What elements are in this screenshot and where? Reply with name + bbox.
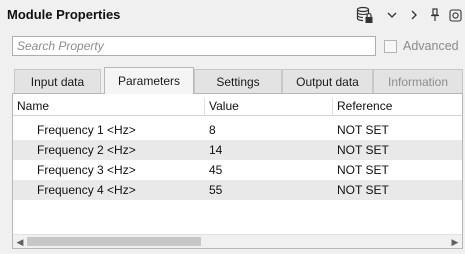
parameter-reference[interactable]: NOT SET: [337, 183, 389, 197]
scrollbar-thumb[interactable]: [27, 237, 201, 246]
tab-output-data[interactable]: Output data: [282, 69, 373, 93]
tab-information: Information: [373, 69, 463, 93]
chevron-right-icon[interactable]: [407, 6, 421, 24]
table-row[interactable]: Frequency 2 <Hz> 14 NOT SET: [13, 140, 462, 160]
search-property-input[interactable]: [12, 36, 376, 56]
tab-input-data[interactable]: Input data: [14, 69, 101, 93]
title-bar: Module Properties: [0, 0, 465, 30]
search-row: Advanced: [0, 34, 465, 60]
advanced-checkbox[interactable]: [384, 39, 397, 53]
table-row[interactable]: Frequency 4 <Hz> 55 NOT SET: [13, 180, 462, 200]
parameter-name: Frequency 3 <Hz>: [37, 163, 136, 177]
parameter-reference[interactable]: NOT SET: [337, 163, 389, 177]
scroll-right-arrow-icon[interactable]: ▶: [449, 236, 461, 248]
advanced-toggle[interactable]: Advanced: [384, 39, 459, 53]
tab-label: Parameters: [117, 74, 181, 88]
parameter-value[interactable]: 55: [209, 183, 222, 197]
column-header-name[interactable]: Name: [17, 99, 49, 113]
pin-icon[interactable]: [428, 6, 442, 24]
parameter-name: Frequency 1 <Hz>: [37, 123, 136, 137]
panel-title: Module Properties: [7, 7, 121, 22]
tab-label: Output data: [296, 74, 359, 89]
tab-label: Settings: [216, 74, 260, 89]
column-divider[interactable]: [204, 98, 205, 115]
table-header: Name Value Reference: [13, 98, 462, 116]
column-header-reference[interactable]: Reference: [337, 99, 392, 113]
column-header-value[interactable]: Value: [209, 99, 239, 113]
parameter-name: Frequency 4 <Hz>: [37, 183, 136, 197]
column-divider[interactable]: [332, 98, 333, 115]
tab-settings[interactable]: Settings: [194, 69, 282, 93]
tab-label: Information: [387, 74, 449, 89]
parameter-value[interactable]: 8: [209, 123, 216, 137]
parameter-name: Frequency 2 <Hz>: [37, 143, 136, 157]
parameters-table: Name Value Reference Frequency 1 <Hz> 8 …: [12, 93, 463, 249]
horizontal-scrollbar[interactable]: ◀ ▶: [13, 234, 462, 248]
tab-label: Input data: [30, 74, 85, 89]
parameter-value[interactable]: 14: [209, 143, 222, 157]
parameter-reference[interactable]: NOT SET: [337, 143, 389, 157]
tab-parameters[interactable]: Parameters: [104, 67, 194, 94]
popout-icon[interactable]: [448, 6, 462, 24]
parameter-value[interactable]: 45: [209, 163, 222, 177]
chevron-down-icon[interactable]: [385, 6, 399, 24]
advanced-label: Advanced: [403, 39, 459, 53]
database-lock-icon[interactable]: [355, 6, 375, 24]
table-row[interactable]: Frequency 1 <Hz> 8 NOT SET: [13, 120, 462, 140]
table-row[interactable]: Frequency 3 <Hz> 45 NOT SET: [13, 160, 462, 180]
tab-bar: Input data Parameters Settings Output da…: [12, 67, 465, 94]
parameter-reference[interactable]: NOT SET: [337, 123, 389, 137]
scroll-left-arrow-icon[interactable]: ◀: [14, 236, 26, 248]
